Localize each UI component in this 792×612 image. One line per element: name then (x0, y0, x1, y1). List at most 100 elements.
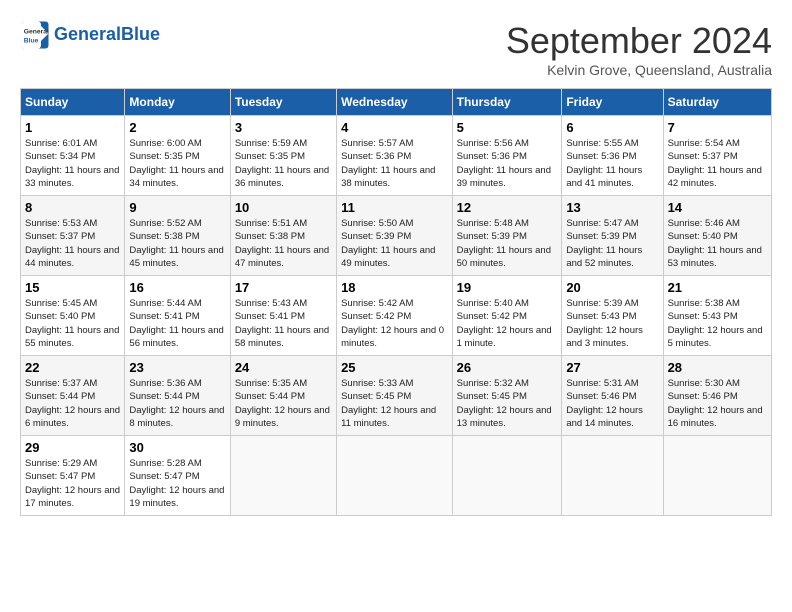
day-info: Sunrise: 5:52 AMSunset: 5:38 PMDaylight:… (129, 217, 225, 270)
day-info: Sunrise: 5:36 AMSunset: 5:44 PMDaylight:… (129, 377, 225, 430)
day-info: Sunrise: 5:29 AMSunset: 5:47 PMDaylight:… (25, 457, 120, 510)
day-info: Sunrise: 5:53 AMSunset: 5:37 PMDaylight:… (25, 217, 120, 270)
day-info: Sunrise: 5:47 AMSunset: 5:39 PMDaylight:… (566, 217, 658, 270)
calendar-day-29: 29 Sunrise: 5:29 AMSunset: 5:47 PMDaylig… (21, 436, 125, 516)
location-title: Kelvin Grove, Queensland, Australia (506, 62, 772, 78)
day-info: Sunrise: 5:32 AMSunset: 5:45 PMDaylight:… (457, 377, 558, 430)
calendar-day-5: 5 Sunrise: 5:56 AMSunset: 5:36 PMDayligh… (452, 116, 562, 196)
calendar-day-24: 24 Sunrise: 5:35 AMSunset: 5:44 PMDaylig… (230, 356, 336, 436)
day-info: Sunrise: 5:28 AMSunset: 5:47 PMDaylight:… (129, 457, 225, 510)
logo-text: GeneralBlue (54, 25, 160, 45)
calendar-day-14: 14 Sunrise: 5:46 AMSunset: 5:40 PMDaylig… (663, 196, 771, 276)
logo: General Blue GeneralBlue (20, 20, 160, 50)
title-block: September 2024 Kelvin Grove, Queensland,… (506, 20, 772, 78)
weekday-header-friday: Friday (562, 89, 663, 116)
day-info: Sunrise: 5:56 AMSunset: 5:36 PMDaylight:… (457, 137, 558, 190)
logo-icon: General Blue (20, 20, 50, 50)
day-number: 13 (566, 200, 658, 215)
empty-cell (230, 436, 336, 516)
day-number: 29 (25, 440, 120, 455)
day-number: 12 (457, 200, 558, 215)
calendar-day-4: 4 Sunrise: 5:57 AMSunset: 5:36 PMDayligh… (337, 116, 453, 196)
day-number: 21 (668, 280, 767, 295)
day-number: 27 (566, 360, 658, 375)
calendar-day-23: 23 Sunrise: 5:36 AMSunset: 5:44 PMDaylig… (125, 356, 230, 436)
calendar-day-3: 3 Sunrise: 5:59 AMSunset: 5:35 PMDayligh… (230, 116, 336, 196)
day-info: Sunrise: 5:31 AMSunset: 5:46 PMDaylight:… (566, 377, 658, 430)
calendar-week-2: 8 Sunrise: 5:53 AMSunset: 5:37 PMDayligh… (21, 196, 772, 276)
day-info: Sunrise: 5:59 AMSunset: 5:35 PMDaylight:… (235, 137, 332, 190)
calendar-day-8: 8 Sunrise: 5:53 AMSunset: 5:37 PMDayligh… (21, 196, 125, 276)
day-info: Sunrise: 5:35 AMSunset: 5:44 PMDaylight:… (235, 377, 332, 430)
day-number: 8 (25, 200, 120, 215)
calendar-day-9: 9 Sunrise: 5:52 AMSunset: 5:38 PMDayligh… (125, 196, 230, 276)
calendar-day-1: 1 Sunrise: 6:01 AMSunset: 5:34 PMDayligh… (21, 116, 125, 196)
calendar-week-4: 22 Sunrise: 5:37 AMSunset: 5:44 PMDaylig… (21, 356, 772, 436)
calendar-day-25: 25 Sunrise: 5:33 AMSunset: 5:45 PMDaylig… (337, 356, 453, 436)
empty-cell (663, 436, 771, 516)
calendar-day-7: 7 Sunrise: 5:54 AMSunset: 5:37 PMDayligh… (663, 116, 771, 196)
weekday-header-tuesday: Tuesday (230, 89, 336, 116)
day-number: 3 (235, 120, 332, 135)
day-info: Sunrise: 6:00 AMSunset: 5:35 PMDaylight:… (129, 137, 225, 190)
calendar-day-11: 11 Sunrise: 5:50 AMSunset: 5:39 PMDaylig… (337, 196, 453, 276)
calendar-week-1: 1 Sunrise: 6:01 AMSunset: 5:34 PMDayligh… (21, 116, 772, 196)
day-number: 23 (129, 360, 225, 375)
calendar-day-13: 13 Sunrise: 5:47 AMSunset: 5:39 PMDaylig… (562, 196, 663, 276)
day-number: 4 (341, 120, 448, 135)
calendar-day-18: 18 Sunrise: 5:42 AMSunset: 5:42 PMDaylig… (337, 276, 453, 356)
day-info: Sunrise: 5:43 AMSunset: 5:41 PMDaylight:… (235, 297, 332, 350)
calendar-day-10: 10 Sunrise: 5:51 AMSunset: 5:38 PMDaylig… (230, 196, 336, 276)
day-number: 26 (457, 360, 558, 375)
svg-text:Blue: Blue (24, 38, 39, 45)
day-number: 16 (129, 280, 225, 295)
day-info: Sunrise: 5:33 AMSunset: 5:45 PMDaylight:… (341, 377, 448, 430)
day-number: 17 (235, 280, 332, 295)
day-number: 5 (457, 120, 558, 135)
calendar-table: SundayMondayTuesdayWednesdayThursdayFrid… (20, 88, 772, 516)
day-number: 22 (25, 360, 120, 375)
calendar-day-20: 20 Sunrise: 5:39 AMSunset: 5:43 PMDaylig… (562, 276, 663, 356)
day-info: Sunrise: 5:46 AMSunset: 5:40 PMDaylight:… (668, 217, 767, 270)
day-number: 24 (235, 360, 332, 375)
day-number: 20 (566, 280, 658, 295)
weekday-header-thursday: Thursday (452, 89, 562, 116)
calendar-day-30: 30 Sunrise: 5:28 AMSunset: 5:47 PMDaylig… (125, 436, 230, 516)
weekday-header-saturday: Saturday (663, 89, 771, 116)
day-info: Sunrise: 5:50 AMSunset: 5:39 PMDaylight:… (341, 217, 448, 270)
day-info: Sunrise: 5:48 AMSunset: 5:39 PMDaylight:… (457, 217, 558, 270)
day-number: 7 (668, 120, 767, 135)
calendar-day-17: 17 Sunrise: 5:43 AMSunset: 5:41 PMDaylig… (230, 276, 336, 356)
day-info: Sunrise: 5:57 AMSunset: 5:36 PMDaylight:… (341, 137, 448, 190)
day-number: 11 (341, 200, 448, 215)
calendar-day-19: 19 Sunrise: 5:40 AMSunset: 5:42 PMDaylig… (452, 276, 562, 356)
month-title: September 2024 (506, 20, 772, 62)
day-info: Sunrise: 5:44 AMSunset: 5:41 PMDaylight:… (129, 297, 225, 350)
day-number: 28 (668, 360, 767, 375)
weekday-header-sunday: Sunday (21, 89, 125, 116)
day-number: 18 (341, 280, 448, 295)
day-number: 10 (235, 200, 332, 215)
calendar-day-15: 15 Sunrise: 5:45 AMSunset: 5:40 PMDaylig… (21, 276, 125, 356)
calendar-day-27: 27 Sunrise: 5:31 AMSunset: 5:46 PMDaylig… (562, 356, 663, 436)
empty-cell (562, 436, 663, 516)
day-info: Sunrise: 5:55 AMSunset: 5:36 PMDaylight:… (566, 137, 658, 190)
day-number: 14 (668, 200, 767, 215)
calendar-week-5: 29 Sunrise: 5:29 AMSunset: 5:47 PMDaylig… (21, 436, 772, 516)
day-info: Sunrise: 5:51 AMSunset: 5:38 PMDaylight:… (235, 217, 332, 270)
day-info: Sunrise: 5:37 AMSunset: 5:44 PMDaylight:… (25, 377, 120, 430)
calendar-day-2: 2 Sunrise: 6:00 AMSunset: 5:35 PMDayligh… (125, 116, 230, 196)
weekday-header-row: SundayMondayTuesdayWednesdayThursdayFrid… (21, 89, 772, 116)
weekday-header-monday: Monday (125, 89, 230, 116)
day-info: Sunrise: 5:40 AMSunset: 5:42 PMDaylight:… (457, 297, 558, 350)
day-info: Sunrise: 5:30 AMSunset: 5:46 PMDaylight:… (668, 377, 767, 430)
day-number: 1 (25, 120, 120, 135)
page-header: General Blue GeneralBlue September 2024 … (20, 20, 772, 78)
day-info: Sunrise: 5:38 AMSunset: 5:43 PMDaylight:… (668, 297, 767, 350)
calendar-day-16: 16 Sunrise: 5:44 AMSunset: 5:41 PMDaylig… (125, 276, 230, 356)
day-info: Sunrise: 5:45 AMSunset: 5:40 PMDaylight:… (25, 297, 120, 350)
calendar-week-3: 15 Sunrise: 5:45 AMSunset: 5:40 PMDaylig… (21, 276, 772, 356)
day-number: 9 (129, 200, 225, 215)
day-info: Sunrise: 6:01 AMSunset: 5:34 PMDaylight:… (25, 137, 120, 190)
calendar-day-26: 26 Sunrise: 5:32 AMSunset: 5:45 PMDaylig… (452, 356, 562, 436)
